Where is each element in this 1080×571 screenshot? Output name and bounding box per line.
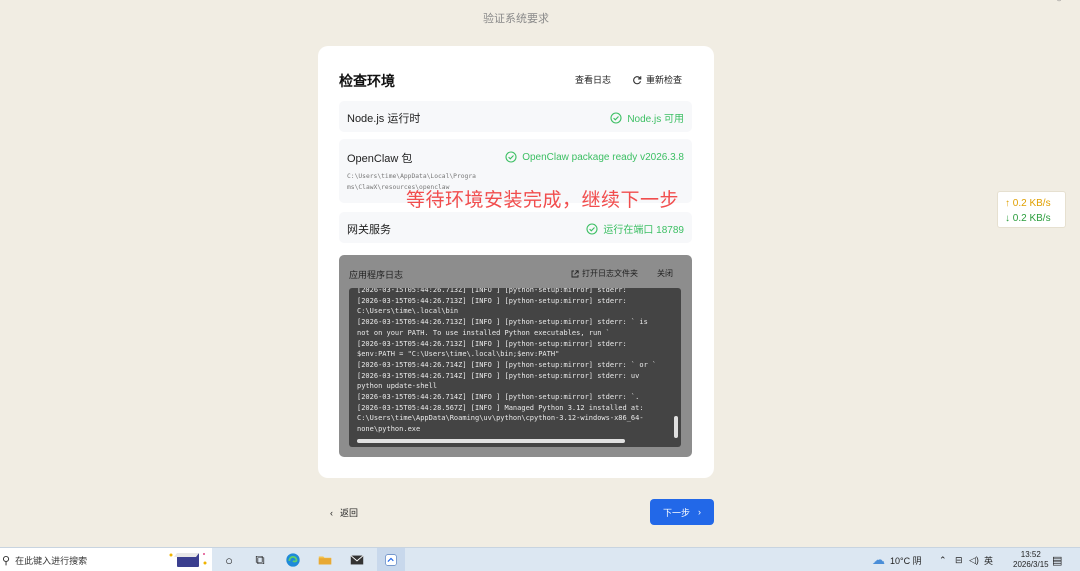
task-view-icon[interactable]: ○: [220, 551, 238, 569]
clock-date: 2026/3/15: [1013, 560, 1049, 569]
chevron-right-icon: ›: [698, 507, 701, 517]
network-icon[interactable]: ⊟: [955, 548, 963, 571]
refresh-icon: [633, 75, 642, 84]
download-speed: ↓ 0.2 KB/s: [1005, 213, 1051, 224]
volume-icon[interactable]: ◁): [969, 548, 979, 571]
check-circle-icon: [505, 151, 517, 163]
clock-time: 13:52: [1020, 550, 1041, 559]
ime-indicator[interactable]: 英: [984, 548, 993, 571]
back-button[interactable]: ‹ 返回: [330, 506, 358, 519]
row-label: OpenClaw 包: [347, 153, 413, 165]
edge-browser-icon[interactable]: [284, 551, 302, 569]
app-log-panel: 应用程序日志 打开日志文件夹 关闭 [2026-03-15T05:44:26.7…: [339, 255, 692, 457]
back-label: 返回: [340, 508, 359, 518]
row-status: OpenClaw package ready v2026.3.8: [505, 151, 684, 163]
row-status: Node.js 可用: [610, 110, 684, 125]
taskbar: ⚲ 在此键入进行搜索 ○ ⧉ ☁ 10°C 阴 ⌃ ⊟ ◁) 英 13:52 2…: [0, 547, 1080, 571]
mail-icon[interactable]: [348, 551, 366, 569]
open-log-folder-label: 打开日志文件夹: [582, 269, 638, 278]
weather-text: 10°C 阴: [890, 555, 922, 566]
view-log-label: 查看日志: [575, 75, 612, 85]
active-app-icon[interactable]: [377, 548, 405, 571]
log-close-button[interactable]: 关闭: [657, 268, 673, 279]
environment-check-card: 检查环境 查看日志 重新检查 Node.js 运行时 Node.js 可用 Op…: [318, 46, 714, 478]
check-circle-icon: [610, 111, 622, 124]
row-status-text: OpenClaw package ready v2026.3.8: [522, 151, 684, 163]
window-controls[interactable]: · ○: [1030, 0, 1072, 5]
row-label: 网关服务: [347, 224, 391, 236]
card-title: 检查环境: [339, 73, 395, 89]
search-placeholder: 在此键入进行搜索: [15, 555, 88, 566]
weather-widget[interactable]: ☁ 10°C 阴: [872, 548, 922, 571]
chevron-left-icon: ‹: [330, 507, 333, 518]
next-button[interactable]: 下一步 ›: [650, 499, 714, 525]
window-title: 验证系统要求: [483, 13, 549, 25]
search-icon: ⚲: [2, 554, 11, 567]
show-hidden-icons[interactable]: ⌃: [939, 548, 947, 571]
notification-icon[interactable]: ▤: [1052, 548, 1062, 571]
external-link-icon: [571, 269, 579, 277]
recheck-button[interactable]: 重新检查: [632, 73, 682, 86]
next-label: 下一步: [662, 507, 690, 518]
recheck-label: 重新检查: [646, 75, 683, 85]
multitask-icon[interactable]: ⧉: [251, 551, 269, 569]
log-lines: [2026-03-15T05:44:26.713Z] [INFO ] [pyth…: [357, 288, 657, 434]
row-status-text: 运行在端口 18789: [603, 225, 684, 236]
view-log-button[interactable]: 查看日志: [575, 73, 611, 86]
log-horizontal-scrollbar[interactable]: [357, 439, 625, 443]
check-circle-icon: [586, 222, 598, 235]
log-title: 应用程序日志: [349, 270, 404, 280]
file-explorer-icon[interactable]: [316, 551, 334, 569]
upload-speed: ↑ 0.2 KB/s: [1005, 198, 1051, 209]
row-label: Node.js 运行时: [347, 113, 421, 125]
check-row-nodejs: Node.js 运行时 Node.js 可用: [339, 101, 692, 132]
cloud-icon: ☁: [872, 552, 885, 567]
network-speed-widget: ↑ 0.2 KB/s ↓ 0.2 KB/s: [997, 191, 1066, 228]
clock[interactable]: 13:52 2026/3/15: [1013, 550, 1049, 570]
check-row-gateway: 网关服务 运行在端口 18789: [339, 212, 692, 243]
row-status: 运行在端口 18789: [586, 221, 684, 236]
open-log-folder-button[interactable]: 打开日志文件夹: [571, 268, 638, 279]
log-vertical-scrollbar[interactable]: [674, 416, 678, 438]
search-highlight-art-icon: [169, 553, 207, 567]
row-status-text: Node.js 可用: [627, 114, 684, 125]
log-output[interactable]: [2026-03-15T05:44:26.713Z] [INFO ] [pyth…: [349, 288, 681, 447]
annotation-overlay-text: 等待环境安装完成，继续下一步: [406, 190, 680, 211]
